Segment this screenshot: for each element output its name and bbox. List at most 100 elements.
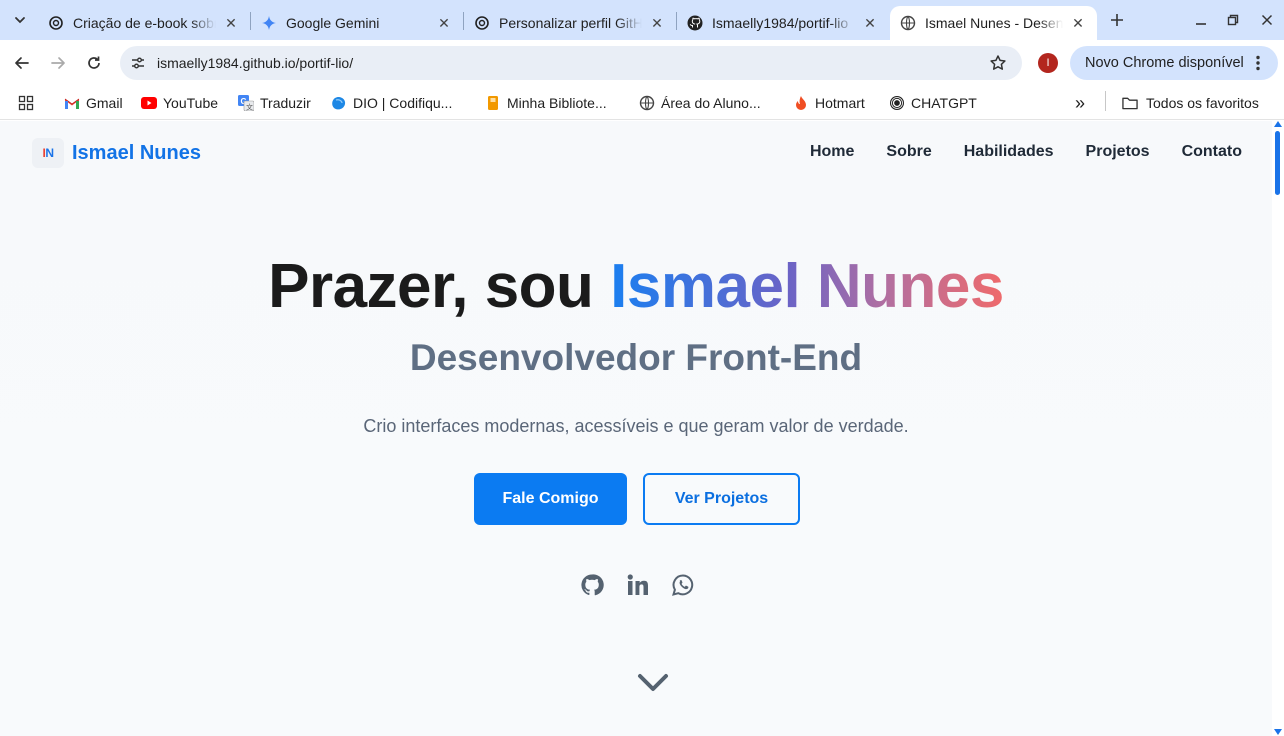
scroll-down-hint[interactable] [636,671,670,695]
close-window-button[interactable] [1254,8,1280,32]
openai-icon [48,15,64,31]
close-icon [1261,14,1273,26]
tab-gemini[interactable]: Google Gemini ✕ [251,6,463,40]
svg-text:文: 文 [246,103,253,112]
minimize-button[interactable] [1188,8,1214,32]
browser-toolbar: ismaelly1984.github.io/portif-lio/ I Nov… [0,40,1284,86]
tab-github-profile[interactable]: Personalizar perfil GitHub ✕ [464,6,676,40]
openai-icon [889,95,905,111]
openai-icon [474,15,490,31]
bookmark-label: Traduzir [260,95,311,111]
bookmark-traduzir[interactable]: G文 Traduzir [238,91,311,115]
bookmark-chatgpt[interactable]: CHATGPT [889,91,977,115]
logo-badge: IN [32,138,64,168]
plus-icon [1111,14,1123,26]
nav-sobre[interactable]: Sobre [886,143,931,161]
nav-contato[interactable]: Contato [1182,143,1242,161]
hero-tagline: Crio interfaces modernas, acessíveis e q… [363,416,909,436]
url-text[interactable]: ismaelly1984.github.io/portif-lio/ [157,55,353,71]
close-icon[interactable]: ✕ [1069,14,1087,32]
bookmarks-divider [1105,91,1106,111]
bookmark-label: Minha Bibliote... [507,95,607,111]
more-vert-icon[interactable] [1248,53,1268,73]
globe-icon [639,95,655,111]
bookmark-dio[interactable]: DIO | Codifiqu... [331,91,452,115]
scroll-down-arrow[interactable] [1274,729,1282,735]
site-nav: Home Sobre Habilidades Projetos Contato [810,143,1242,161]
site-name: Ismael Nunes [72,141,201,164]
new-tab-button[interactable] [1104,7,1130,33]
bookmark-hotmart[interactable]: Hotmart [793,91,865,115]
hotmart-icon [793,95,809,111]
bookmarks-overflow-button[interactable]: » [1075,91,1085,115]
tab-search-button[interactable] [6,6,34,34]
restore-button[interactable] [1220,8,1246,32]
nav-habilidades[interactable]: Habilidades [964,143,1054,161]
chevron-down-icon [15,17,25,24]
hero-title-name: Ismael Nunes [610,252,1004,321]
bookmark-label: Hotmart [815,95,865,111]
close-icon[interactable]: ✕ [648,14,666,32]
apps-button[interactable] [18,91,40,115]
reload-icon [88,56,100,69]
nav-projetos[interactable]: Projetos [1086,143,1150,161]
tab-title: Google Gemini [286,15,380,31]
tab-strip: Criação de e-book sobre ✕ Google Gemini … [0,0,1284,40]
folder-icon [1122,95,1138,111]
tab-ebook[interactable]: Criação de e-book sobre ✕ [38,6,250,40]
bookmark-gmail[interactable]: Gmail [64,91,123,115]
contact-button[interactable]: Fale Comigo [474,473,627,525]
bookmark-label: Área do Aluno... [661,95,761,111]
bookmark-icon [485,95,501,111]
projects-button[interactable]: Ver Projetos [643,473,800,525]
chrome-update-button[interactable]: Novo Chrome disponível [1070,46,1278,80]
forward-button[interactable] [44,49,72,77]
github-icon [687,15,703,31]
scrollbar-thumb[interactable] [1275,131,1280,195]
bookmarks-bar: Gmail YouTube G文 Traduzir DIO | Codifiqu… [0,86,1284,120]
minimize-icon [1196,23,1206,25]
restore-icon [1227,14,1239,26]
bookmark-biblioteca[interactable]: Minha Bibliote... [485,91,607,115]
gemini-sparkle-icon [261,15,277,31]
reload-button[interactable] [80,49,108,77]
bookmark-youtube[interactable]: YouTube [141,91,218,115]
linkedin-icon[interactable] [625,572,651,598]
bookmark-label: YouTube [163,95,219,111]
arrow-right-icon [51,57,65,69]
close-icon[interactable]: ✕ [435,14,453,32]
bookmark-label: Todos os favoritos [1146,95,1259,111]
hero-title-prefix: Prazer, sou [268,252,611,321]
site-info-icon[interactable] [128,53,148,73]
tab-title: Personalizar perfil GitHub [499,15,642,31]
bookmark-area-aluno[interactable]: Área do Aluno... [639,91,761,115]
update-label: Novo Chrome disponível [1085,55,1244,71]
star-icon[interactable] [988,53,1008,73]
whatsapp-icon[interactable] [670,572,696,598]
dio-icon [331,95,347,111]
profile-avatar[interactable]: I [1038,53,1058,73]
github-icon[interactable] [579,572,605,598]
hero-title: Prazer, sou Ismael Nunes [0,251,1272,322]
apps-grid-icon [18,95,34,111]
all-bookmarks-button[interactable]: Todos os favoritos [1122,91,1259,115]
translate-icon: G文 [238,95,254,111]
site-logo[interactable]: IN Ismael Nunes [32,138,201,168]
back-button[interactable] [8,49,36,77]
bookmark-label: CHATGPT [911,95,977,111]
logo-initial-b: N [45,146,54,160]
close-icon[interactable]: ✕ [222,14,240,32]
close-icon[interactable]: ✕ [861,14,879,32]
gmail-icon [64,95,80,111]
address-bar[interactable]: ismaelly1984.github.io/portif-lio/ [120,46,1022,80]
nav-home[interactable]: Home [810,143,854,161]
arrow-left-icon [15,57,29,69]
scroll-up-arrow[interactable] [1274,121,1282,127]
portfolio-page: IN Ismael Nunes Home Sobre Habilidades P… [0,121,1272,736]
bookmark-label: DIO | Codifiqu... [353,95,453,111]
youtube-icon [141,95,157,111]
tab-portfolio-active[interactable]: Ismael Nunes - Desenvolvedor ✕ [890,6,1097,40]
tab-repo[interactable]: Ismaelly1984/portif-lio ✕ [677,6,889,40]
page-scrollbar[interactable] [1272,121,1284,736]
chevron-down-icon [638,674,668,691]
